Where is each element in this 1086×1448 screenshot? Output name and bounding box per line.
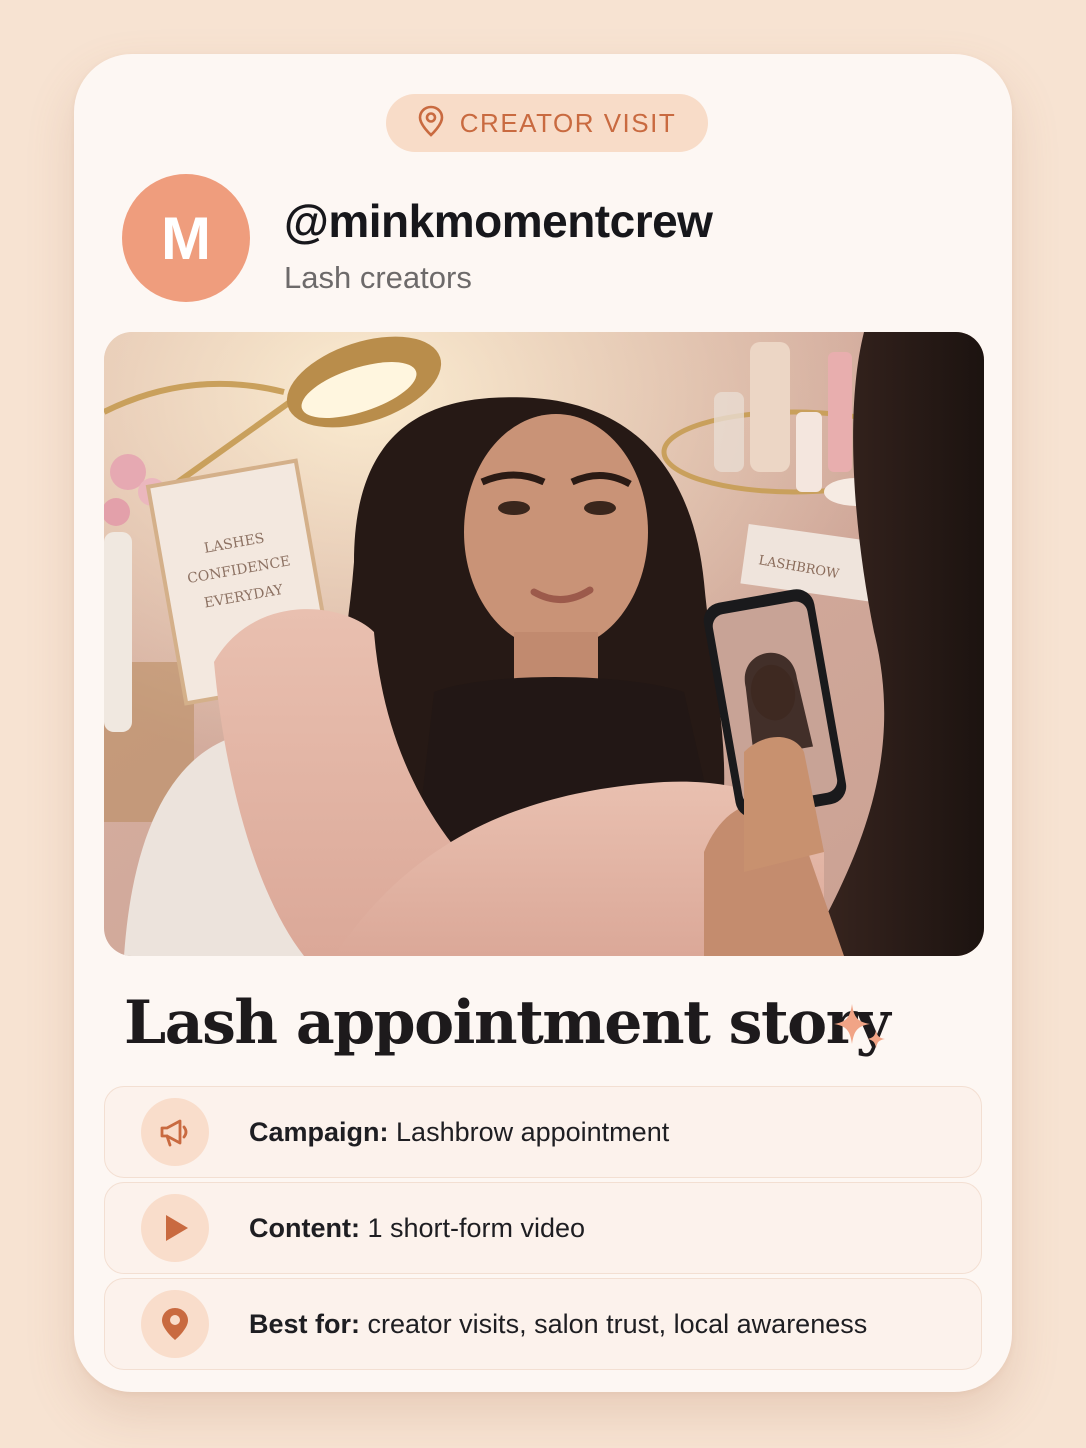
salon-photo: LASHBROW LASHES CONFIDENCE EVERYDAY [104,332,984,956]
detail-row-campaign: Campaign: Lashbrow appointment [104,1086,982,1178]
detail-label: Best for: [249,1308,361,1339]
detail-label: Campaign: [249,1116,389,1147]
detail-label: Content: [249,1212,360,1243]
avatar-letter: M [161,204,211,272]
detail-text: Campaign: Lashbrow appointment [249,1117,669,1148]
play-icon [141,1194,209,1262]
map-pin-icon [141,1290,209,1358]
detail-value: 1 short-form video [367,1212,586,1243]
megaphone-icon [141,1098,209,1166]
detail-value: Lashbrow appointment [396,1116,670,1147]
profile-handle[interactable]: @minkmomentcrew [284,194,713,248]
sparkle-icon [830,1000,888,1055]
profile-subtitle: Lash creators [284,260,472,295]
map-pin-icon [418,105,444,142]
creator-card: CREATOR VISIT M @minkmomentcrew Lash cre… [74,54,1012,1392]
detail-text: Best for: creator visits, salon trust, l… [249,1309,867,1340]
badge-label: CREATOR VISIT [459,107,677,138]
detail-value: creator visits, salon trust, local aware… [367,1308,868,1339]
detail-row-best-for: Best for: creator visits, salon trust, l… [104,1278,982,1370]
detail-text: Content: 1 short-form video [249,1213,585,1244]
avatar[interactable]: M [122,174,250,302]
detail-row-content: Content: 1 short-form video [104,1182,982,1274]
story-headline: Lash appointment story [124,988,891,1058]
creator-visit-badge: CREATOR VISIT [386,94,708,152]
